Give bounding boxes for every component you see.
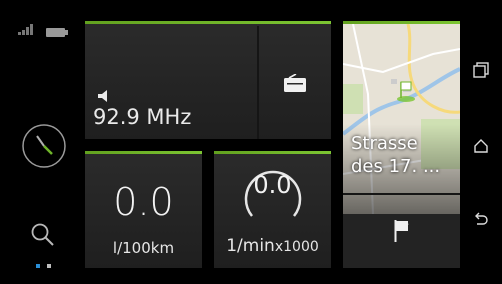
radio-source-button[interactable] [258, 26, 331, 139]
recents-button[interactable] [473, 62, 489, 78]
system-nav-bar [460, 0, 502, 284]
radio-icon [284, 74, 306, 92]
page-indicator [36, 264, 56, 268]
recents-icon [473, 62, 489, 78]
navigation-tile[interactable]: Strasse des 17. ... [343, 21, 460, 268]
consumption-unit: l/100km [112, 239, 175, 257]
search-icon [31, 223, 54, 246]
rpm-unit-main: 1/min [226, 236, 275, 256]
flag-button[interactable] [343, 195, 460, 268]
back-icon [475, 212, 488, 225]
compass-button[interactable] [21, 123, 67, 169]
rpm-value: 0.0 [253, 171, 292, 199]
radio-frequency: 92.9 MHz [93, 105, 192, 129]
rpm-unit: 1/minx1000 [214, 236, 331, 256]
consumption-value: 0.0 [113, 180, 174, 224]
flag-icon [394, 220, 409, 242]
page-dot [47, 264, 51, 268]
street-name-line2: des 17. ... [351, 156, 441, 177]
radio-tile[interactable]: 92.9 MHz [85, 21, 331, 139]
consumption-tile-accent [85, 151, 202, 154]
rpm-tile[interactable]: 0.0 1/minx1000 [214, 151, 331, 268]
street-name-line1: Strasse [351, 133, 418, 154]
rpm-tile-accent [214, 151, 331, 154]
consumption-tile[interactable]: 0.0 l/100km [85, 151, 202, 268]
battery-icon [46, 22, 68, 37]
page-dot-active [36, 264, 40, 268]
rpm-unit-multiplier: x1000 [274, 239, 319, 255]
back-button[interactable] [473, 212, 489, 228]
home-icon [474, 139, 488, 153]
signal-icon [18, 20, 36, 35]
compass-icon [22, 124, 66, 168]
map-preview [343, 24, 460, 214]
radio-tile-accent [85, 21, 331, 24]
volume-icon [98, 87, 112, 102]
home-button[interactable] [473, 138, 489, 154]
search-button[interactable] [30, 222, 56, 248]
